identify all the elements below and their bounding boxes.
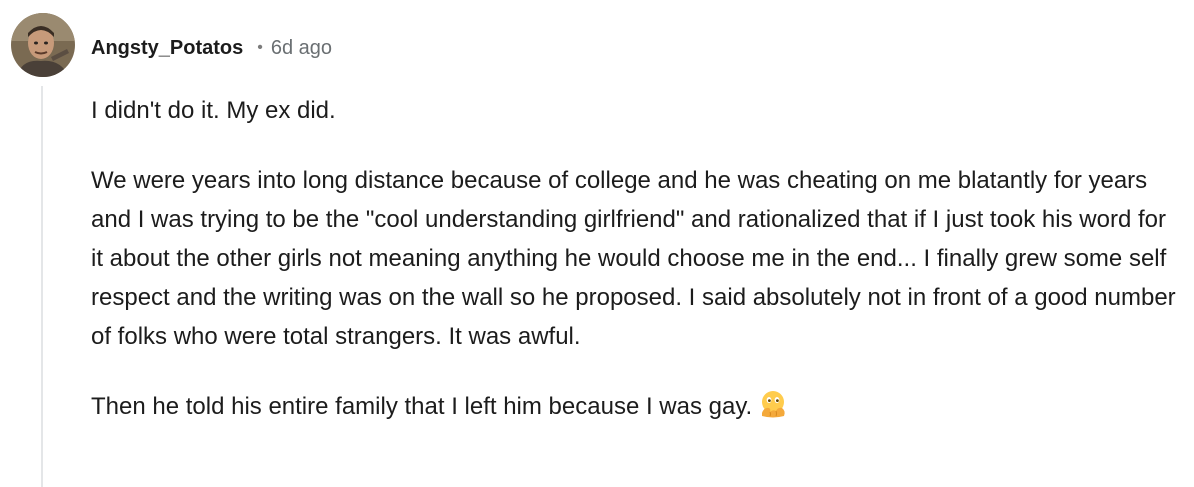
comment-header: Angsty_Potatos • 6d ago [91,34,332,62]
comment-paragraph: We were years into long distance because… [91,167,1176,350]
comment-paragraph: I didn't do it. My ex did. [91,97,336,124]
thread-collapse-line[interactable] [41,86,43,487]
comment-timestamp[interactable]: 6d ago [271,37,332,60]
author-name[interactable]: Angsty_Potatos [91,37,243,60]
comment: Angsty_Potatos • 6d ago I didn't do it. … [0,0,1194,487]
meta-separator: • [257,39,263,56]
user-avatar-icon[interactable] [11,13,75,77]
hand-over-mouth-emoji-icon [758,389,788,419]
comment-body: I didn't do it. My ex did. We were years… [91,91,1181,426]
comment-paragraph-text: Then he told his entire family that I le… [91,393,753,420]
comment-paragraph-last: Then he told his entire family that I le… [91,387,1181,426]
